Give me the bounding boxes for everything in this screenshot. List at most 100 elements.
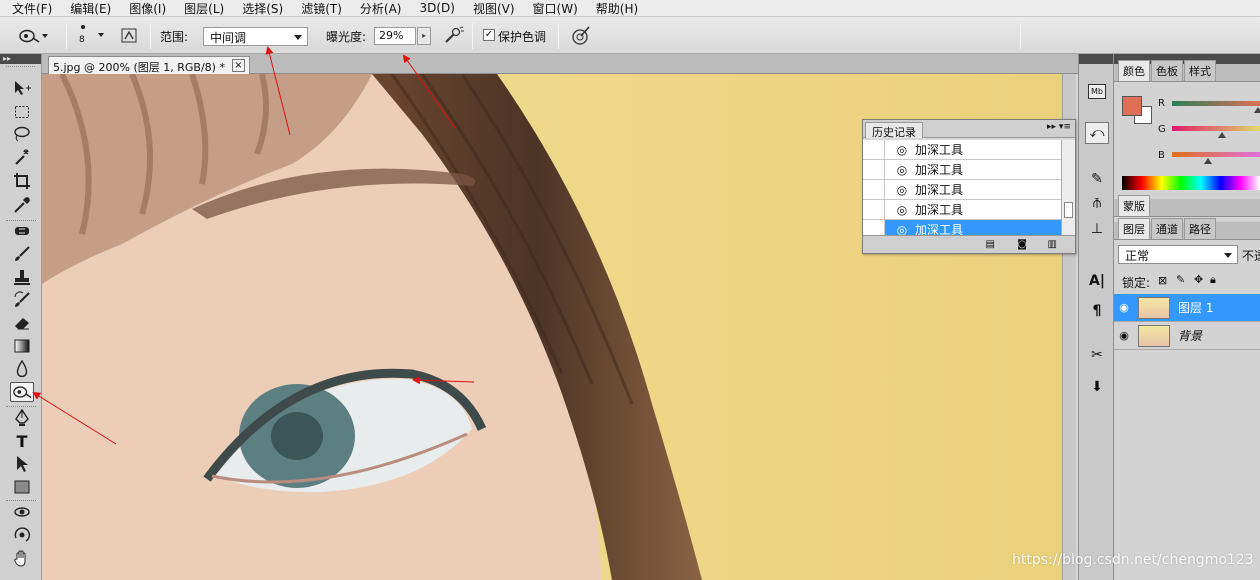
history-tab[interactable]: 历史记录 — [865, 122, 923, 139]
burn-tool-icon — [19, 29, 40, 43]
tool-preset-picker[interactable] — [18, 26, 56, 46]
pen-icon[interactable] — [10, 408, 34, 428]
close-icon[interactable]: × — [231, 59, 245, 72]
foreground-color-swatch[interactable] — [1122, 96, 1142, 116]
brush-presets-icon[interactable]: ⫚ — [1085, 192, 1109, 214]
blend-mode-select[interactable]: 正常 — [1118, 245, 1238, 264]
magic-wand-icon[interactable] — [10, 147, 34, 167]
tab-paths[interactable]: 路径 — [1184, 218, 1216, 239]
history-item[interactable]: ◎ 加深工具 — [863, 200, 1061, 220]
menu-select[interactable]: 选择(S) — [242, 0, 283, 17]
menu-image[interactable]: 图像(I) — [129, 0, 166, 17]
history-panel-icon[interactable]: ⤺ — [1085, 122, 1109, 144]
red-slider[interactable] — [1172, 101, 1260, 113]
exposure-label: 曝光度: — [326, 30, 367, 44]
new-snapshot-icon[interactable]: ◙ — [1017, 239, 1027, 250]
delete-icon[interactable]: ▥ — [1048, 239, 1057, 250]
lock-transparent-icon[interactable]: ⊠ — [1158, 274, 1167, 287]
tab-styles[interactable]: 样式 — [1184, 60, 1216, 81]
burn-tool-icon: ◎ — [896, 162, 908, 177]
green-slider[interactable] — [1172, 126, 1260, 138]
lock-position-icon[interactable]: ✥ — [1194, 273, 1203, 286]
channel-g-label: G — [1158, 124, 1166, 135]
tablet-pressure-icon[interactable] — [570, 25, 592, 47]
clone-source-icon[interactable]: ⊥ — [1085, 218, 1109, 240]
document-tab[interactable]: 5.jpg @ 200% (图层 1, RGB/8) * × — [48, 56, 250, 74]
tools-presets-icon[interactable]: ✂ — [1085, 344, 1109, 366]
move-icon[interactable] — [10, 78, 34, 98]
tab-swatches[interactable]: 色板 — [1151, 60, 1183, 81]
menu-3d[interactable]: 3D(D) — [419, 1, 454, 15]
mini-bridge-icon[interactable]: Mb — [1085, 80, 1109, 102]
airbrush-icon[interactable] — [443, 26, 465, 46]
character-panel-icon[interactable]: A| — [1085, 270, 1109, 292]
tab-masks[interactable]: 蒙版 — [1118, 195, 1150, 216]
eraser-icon[interactable] — [10, 313, 34, 333]
mask-panel-tabs: 蒙版 — [1114, 195, 1260, 217]
exposure-value: 29% — [379, 29, 404, 42]
burn-tool-icon[interactable] — [10, 382, 34, 402]
blue-slider[interactable] — [1172, 152, 1260, 164]
history-item[interactable]: ◎ 加深工具 — [863, 160, 1061, 180]
protect-tones-checkbox[interactable]: ✓ — [483, 29, 495, 41]
tab-layers[interactable]: 图层 — [1118, 218, 1150, 239]
history-scrollbar[interactable] — [1061, 140, 1075, 236]
new-document-from-state-icon[interactable]: ▤ — [986, 239, 995, 250]
tools-panel-header[interactable]: ▸▸ — [0, 54, 41, 64]
menu-file[interactable]: 文件(F) — [12, 0, 52, 17]
marquee-icon[interactable] — [10, 102, 34, 122]
range-select[interactable]: 中间调 — [203, 27, 308, 46]
brush-panel-toggle-icon[interactable] — [120, 27, 140, 45]
type-icon[interactable]: T — [10, 431, 34, 451]
history-item[interactable]: ◎ 加深工具 — [863, 140, 1061, 160]
exposure-input[interactable]: 29% — [374, 27, 416, 45]
menu-help[interactable]: 帮助(H) — [596, 0, 638, 17]
brush-icon[interactable] — [10, 244, 34, 264]
range-label: 范围: — [160, 30, 189, 44]
menu-filter[interactable]: 滤镜(T) — [301, 0, 342, 17]
eye-icon[interactable]: ◉ — [1114, 301, 1134, 314]
menu-window[interactable]: 窗口(W) — [533, 0, 578, 17]
panel-menu-icon[interactable]: ▸▸ ▾≡ — [1047, 122, 1071, 132]
layer-row[interactable]: ◉ 背景 — [1114, 322, 1260, 350]
history-item[interactable]: ◎ 加深工具 — [863, 180, 1061, 200]
tab-channels[interactable]: 通道 — [1151, 218, 1183, 239]
menu-edit[interactable]: 编辑(E) — [70, 0, 111, 17]
eye-icon[interactable]: ◉ — [1114, 329, 1134, 342]
3d-rotate-icon[interactable] — [10, 502, 34, 522]
eyedropper-icon[interactable] — [10, 195, 34, 215]
color-spectrum-bar[interactable] — [1122, 176, 1260, 190]
strip-header[interactable] — [1079, 54, 1113, 64]
lock-all-icon[interactable]: 🔒︎ — [1210, 273, 1216, 287]
range-value: 中间调 — [210, 31, 247, 45]
brush-picker[interactable]: 8 — [78, 25, 108, 49]
exposure-slider-button[interactable]: ▸ — [417, 27, 431, 45]
paragraph-panel-icon[interactable]: ¶ — [1085, 300, 1109, 322]
history-item-selected[interactable]: ▷ ◎ 加深工具 — [863, 220, 1061, 236]
history-footer: ▤ ◙ ▥ — [863, 235, 1075, 253]
layer-row-selected[interactable]: ◉ 图层 1 — [1114, 294, 1260, 322]
lasso-icon[interactable] — [10, 124, 34, 144]
tab-color[interactable]: 颜色 — [1118, 60, 1150, 81]
clone-stamp-icon[interactable] — [10, 267, 34, 287]
brushes-panel-icon[interactable]: ✎ — [1085, 168, 1109, 190]
right-panels: 颜色 色板 样式 R G B 蒙版 图层 通道 路径 正常 不透 锁定: ⊠ ✎… — [1114, 54, 1260, 580]
blur-icon[interactable] — [10, 359, 34, 379]
lock-image-icon[interactable]: ✎ — [1176, 273, 1185, 286]
menu-analysis[interactable]: 分析(A) — [360, 0, 402, 17]
healing-brush-icon[interactable] — [10, 221, 34, 241]
channel-r-label: R — [1158, 98, 1165, 109]
actions-panel-icon[interactable]: ⬇ — [1085, 376, 1109, 398]
history-brush-icon[interactable] — [10, 290, 34, 310]
path-selection-icon[interactable] — [10, 454, 34, 474]
rectangle-icon[interactable] — [10, 477, 34, 497]
menu-view[interactable]: 视图(V) — [473, 0, 515, 17]
layers-panel-tabs: 图层 通道 路径 — [1114, 218, 1260, 240]
channel-b-label: B — [1158, 150, 1165, 161]
hand-icon[interactable] — [10, 548, 34, 568]
color-panel-tabs: 颜色 色板 样式 — [1114, 60, 1260, 82]
crop-icon[interactable] — [10, 171, 34, 191]
gradient-icon[interactable] — [10, 336, 34, 356]
menu-layer[interactable]: 图层(L) — [184, 0, 224, 17]
3d-orbit-icon[interactable] — [10, 525, 34, 545]
